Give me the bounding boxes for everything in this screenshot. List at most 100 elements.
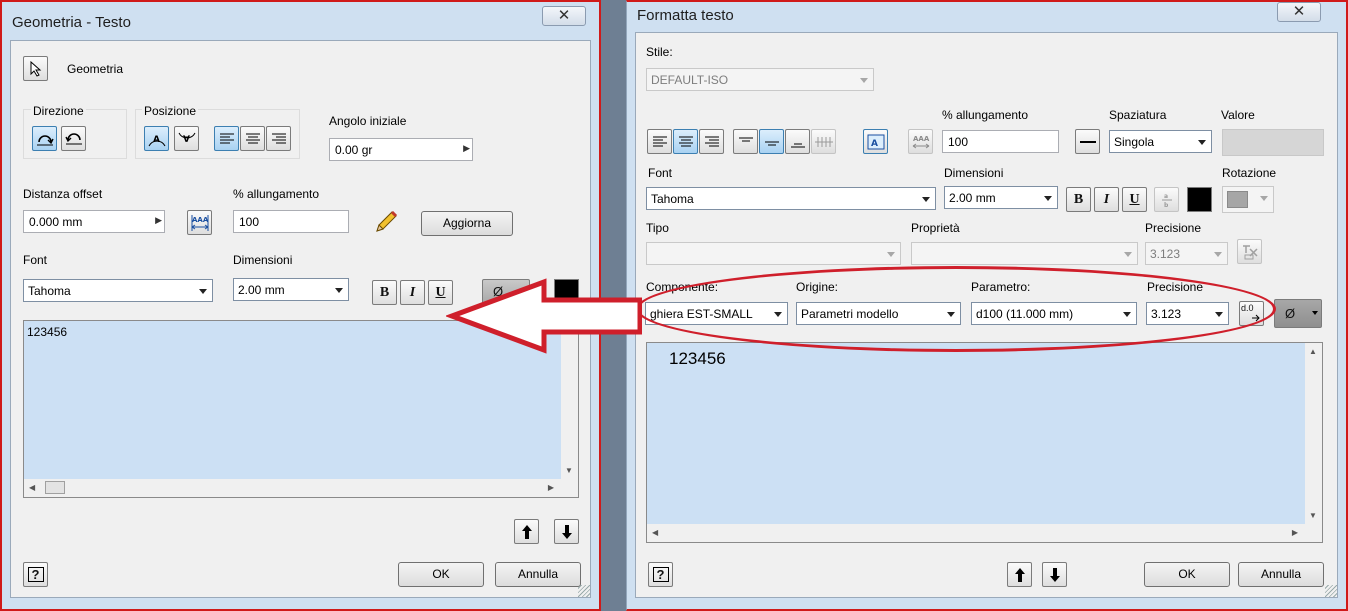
move-up-button[interactable] <box>514 519 539 544</box>
text-above-arc-icon: A <box>148 135 165 146</box>
dialog-title: Geometria - Testo <box>12 14 131 31</box>
align-center-button[interactable] <box>673 129 698 154</box>
size-value: 2.00 mm <box>238 283 285 297</box>
style-select[interactable]: DEFAULT-ISO <box>646 68 874 91</box>
move-up-button[interactable] <box>1007 562 1032 587</box>
align-right-button[interactable] <box>699 129 724 154</box>
move-down-button[interactable] <box>554 519 579 544</box>
cancel-button[interactable]: Annulla <box>495 562 581 587</box>
size-select[interactable]: 2.00 mm <box>233 278 349 301</box>
size-label: Dimensioni <box>944 166 1004 180</box>
scroll-right-icon[interactable]: ▶ <box>1292 528 1298 537</box>
ok-button[interactable]: OK <box>1144 562 1230 587</box>
property-label: Proprietà <box>911 221 960 235</box>
text-content: 123456 <box>669 349 726 368</box>
arrow-down-icon <box>1049 567 1060 582</box>
scroll-right-icon[interactable]: ▶ <box>548 483 554 492</box>
scroll-up-icon[interactable]: ▲ <box>1309 347 1317 356</box>
text-frame-button[interactable]: A <box>863 129 888 154</box>
scroll-thumb[interactable] <box>45 481 65 494</box>
stretch-label: % allungamento <box>233 187 320 201</box>
valign-bottom-button[interactable] <box>785 129 810 154</box>
position-outside-button[interactable]: A <box>144 126 169 151</box>
position-inside-button[interactable]: ∀ <box>174 126 199 151</box>
close-button[interactable]: ✕ <box>542 6 586 26</box>
stretch-fit-button[interactable]: AAA <box>908 129 933 154</box>
vertical-scrollbar[interactable]: ▲ ▼ <box>1305 343 1322 524</box>
dropdown-arrow-icon <box>199 289 207 294</box>
start-angle-input[interactable]: 0.00 gr ▶ <box>329 138 473 161</box>
select-geometry-button[interactable] <box>23 56 48 81</box>
svg-text:AAA: AAA <box>913 135 930 143</box>
text-editor[interactable]: 123456 ▲ ▼ ◀ ▶ <box>646 342 1323 543</box>
add-parameter-button[interactable] <box>1237 239 1262 264</box>
valign-top-button[interactable] <box>733 129 758 154</box>
update-button[interactable]: Aggiorna <box>421 211 513 236</box>
font-select[interactable]: Tahoma <box>23 279 213 302</box>
move-down-button[interactable] <box>1042 562 1067 587</box>
bold-button[interactable]: B <box>1066 187 1091 212</box>
resize-grip[interactable] <box>1325 585 1337 597</box>
scroll-left-icon[interactable]: ◀ <box>29 483 35 492</box>
horizontal-scrollbar[interactable]: ◀ ▶ <box>24 479 578 497</box>
stretch-fit-button[interactable]: AAA <box>187 210 212 235</box>
align-center-button[interactable] <box>240 126 265 151</box>
title-bar: Geometria - Testo ✕ <box>2 2 599 36</box>
scroll-left-icon[interactable]: ◀ <box>652 528 658 537</box>
italic-button[interactable]: I <box>1094 187 1119 212</box>
underline-button[interactable]: U <box>1122 187 1147 212</box>
stretch-input[interactable]: 100 <box>942 130 1059 153</box>
line-spacing-button[interactable] <box>1075 129 1100 154</box>
offset-input[interactable]: 0.000 mm ▶ <box>23 210 165 233</box>
precision-select-disabled[interactable]: 3.123 <box>1145 242 1228 265</box>
svg-text:A: A <box>153 135 160 145</box>
align-right-button[interactable] <box>266 126 291 151</box>
baseline-button[interactable] <box>811 129 836 154</box>
help-button[interactable]: ? <box>648 562 673 587</box>
dropdown-arrow-icon <box>1214 252 1222 257</box>
start-angle-label: Angolo iniziale <box>329 114 407 128</box>
property-select[interactable] <box>911 242 1138 265</box>
valign-middle-button[interactable] <box>759 129 784 154</box>
align-center-icon <box>245 133 260 143</box>
stretch-input[interactable]: 100 <box>233 210 349 233</box>
dialog-title: Formatta testo <box>637 7 734 24</box>
bold-button[interactable]: B <box>372 280 397 305</box>
spin-arrow-icon: ▶ <box>463 143 470 153</box>
dropdown-arrow-icon <box>922 197 930 202</box>
align-left-button[interactable] <box>647 129 672 154</box>
dropdown-arrow-icon <box>1044 196 1052 201</box>
help-button[interactable]: ? <box>23 562 48 587</box>
direction-counterclockwise-button[interactable] <box>61 126 86 151</box>
resize-grip[interactable] <box>578 585 590 597</box>
style-label: Stile: <box>646 45 673 59</box>
rotation-icon <box>1227 191 1248 208</box>
spacing-select[interactable]: Singola <box>1109 130 1212 153</box>
type-select[interactable] <box>646 242 901 265</box>
cancel-button[interactable]: Annulla <box>1238 562 1324 587</box>
italic-button[interactable]: I <box>400 280 425 305</box>
font-label: Font <box>648 166 673 180</box>
direction-label: Direzione <box>31 104 86 118</box>
align-left-icon <box>219 133 234 143</box>
value-input[interactable] <box>1222 129 1324 156</box>
stacked-fraction-button[interactable]: ab <box>1154 187 1179 212</box>
horizontal-scrollbar[interactable]: ◀ ▶ <box>647 524 1322 542</box>
arrow-down-icon <box>561 524 572 539</box>
font-select[interactable]: Tahoma <box>646 187 936 210</box>
scroll-down-icon[interactable]: ▼ <box>565 466 573 475</box>
line-spacing-icon <box>1079 140 1096 143</box>
ok-button[interactable]: OK <box>398 562 484 587</box>
close-button[interactable]: ✕ <box>1277 2 1321 22</box>
edit-pencil-button[interactable] <box>371 207 401 237</box>
size-select[interactable]: 2.00 mm <box>944 186 1058 209</box>
scroll-down-icon[interactable]: ▼ <box>1309 511 1317 520</box>
direction-clockwise-button[interactable] <box>32 126 57 151</box>
spin-arrow-icon: ▶ <box>155 215 162 225</box>
symbol-dropdown[interactable]: Ø <box>1274 299 1322 328</box>
help-icon: ? <box>652 567 669 582</box>
rotate-ccw-icon <box>64 132 82 144</box>
rotation-dropdown[interactable] <box>1222 186 1274 213</box>
align-left-button[interactable] <box>214 126 239 151</box>
color-swatch[interactable] <box>1187 187 1212 212</box>
